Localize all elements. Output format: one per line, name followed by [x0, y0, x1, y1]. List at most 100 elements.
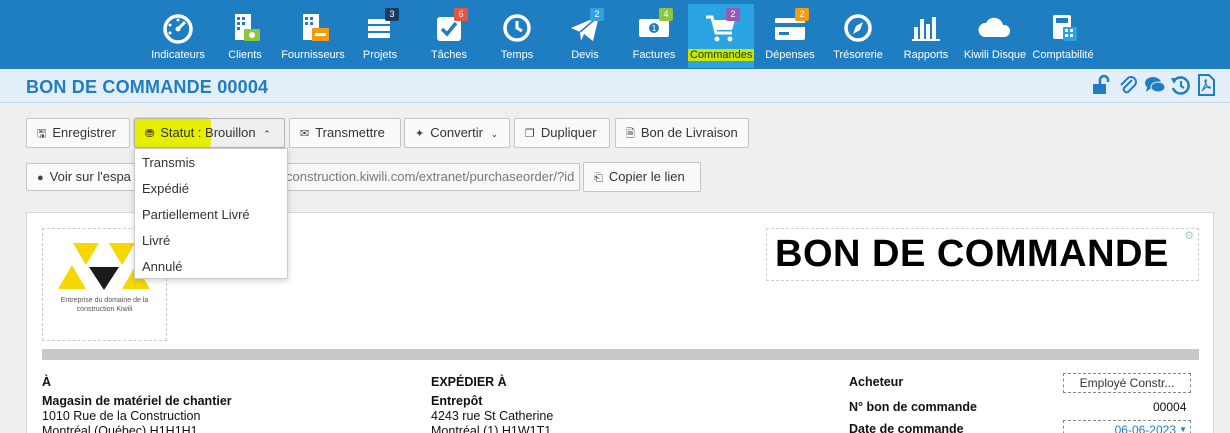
status-option-livre[interactable]: Livré: [135, 228, 287, 254]
nav-item-temps[interactable]: Temps: [494, 4, 540, 68]
history-icon[interactable]: [1170, 74, 1190, 96]
copy-icon: ❐: [525, 128, 535, 140]
coins-icon: ⛃: [145, 128, 155, 140]
nav-item-rapports[interactable]: Rapports: [898, 4, 954, 68]
delivery-note-button[interactable]: 🗎 Bon de Livraison: [615, 118, 749, 148]
cloud-icon: [975, 11, 1015, 45]
share-url-field[interactable]: construction.kiwili.com/extranet/purchas…: [284, 163, 580, 191]
nav-item-factures[interactable]: 1 4 Factures: [630, 4, 678, 68]
recipient-name: Magasin de matériel de chantier: [42, 394, 232, 408]
nav-label: Indicateurs: [151, 49, 205, 61]
nav-label: Dépenses: [765, 49, 815, 61]
gear-icon[interactable]: ⚙: [1184, 229, 1194, 242]
nav-item-indicateurs[interactable]: Indicateurs: [143, 4, 213, 68]
nav-item-depenses[interactable]: 2 Dépenses: [762, 4, 818, 68]
ship-to-address-line1: 4243 rue St Catherine: [431, 409, 554, 423]
order-date-value: 06-06-2023: [1114, 423, 1176, 433]
nav-item-fournisseurs[interactable]: Fournisseurs: [280, 4, 346, 68]
save-label: Enregistrer: [52, 125, 116, 140]
unlock-icon[interactable]: [1092, 74, 1112, 96]
nav-item-tresorerie[interactable]: Trésorerie: [830, 4, 886, 68]
status-dropdown-button[interactable]: ⛃ Statut : Brouillon ⌃: [134, 118, 285, 148]
status-option-expedie[interactable]: Expédié: [135, 176, 287, 202]
caret-down-icon: ▼: [1179, 425, 1187, 433]
status-prefix: Statut :: [160, 125, 206, 140]
nav-label: Projets: [362, 49, 398, 61]
order-date-label: Date de commande: [849, 422, 964, 433]
nav-label: Clients: [228, 49, 262, 61]
expenses-badge: 2: [795, 8, 809, 21]
envelope-icon: ✉: [300, 128, 310, 140]
nav-label: Kiwili Disque: [963, 49, 1027, 61]
send-button[interactable]: ✉ Transmettre: [289, 118, 401, 148]
ship-to-address-line2: Montréal (1) H1W1T1: [431, 424, 552, 433]
pdf-icon[interactable]: [1196, 74, 1216, 96]
nav-label: Trésorerie: [833, 49, 883, 61]
nav-label: Devis: [571, 49, 599, 61]
convert-button[interactable]: ✦ Convertir ⌄: [404, 118, 510, 148]
bar-chart-icon: [906, 11, 946, 45]
logo-caption: Entreprise du domaine de la construction…: [60, 297, 149, 313]
nav-label: Comptabilité: [1032, 49, 1094, 61]
clients-icon: [225, 11, 265, 45]
buyer-field[interactable]: Employé Constr...: [1063, 373, 1191, 393]
nav-item-devis[interactable]: 2 Devis: [562, 4, 608, 68]
paperclip-icon[interactable]: [1118, 74, 1138, 96]
nav-label: Rapports: [903, 49, 949, 61]
magic-wand-icon: ✦: [415, 128, 425, 140]
status-option-annule[interactable]: Annulé: [135, 254, 287, 280]
nav-item-clients[interactable]: Clients: [222, 4, 268, 68]
invoices-badge: 4: [659, 8, 673, 21]
nav-label: Tâches: [430, 49, 468, 61]
status-menu: Transmis Expédié Partiellement Livré Liv…: [134, 148, 288, 279]
recipient-heading: À: [42, 375, 52, 389]
nav-item-comptabilite[interactable]: Comptabilité: [1030, 4, 1096, 68]
duplicate-label: Dupliquer: [540, 125, 597, 140]
convert-label: Convertir: [430, 125, 483, 140]
buyer-label: Acheteur: [849, 375, 904, 389]
document-title-box[interactable]: BON DE COMMANDE ⚙: [766, 228, 1199, 281]
delivery-label: Bon de Livraison: [640, 125, 738, 140]
copy-link-label: Copier le lien: [608, 169, 685, 184]
user-icon: ●: [37, 172, 44, 184]
page-header: BON DE COMMANDE 00004: [0, 69, 1230, 103]
chevron-up-icon: ⌃: [263, 129, 271, 139]
po-number-label: N° bon de commande: [849, 400, 977, 414]
cart-icon: 2: [701, 8, 741, 45]
ship-to-block: EXPÉDIER À Entrepôt 4243 rue St Catherin…: [431, 375, 553, 433]
copy-link-button[interactable]: ⎗ Copier le lien: [583, 162, 701, 192]
nav-label: Temps: [500, 49, 534, 61]
nav-label: Factures: [632, 49, 676, 61]
order-date-field[interactable]: 06-06-2023 ▼: [1063, 420, 1191, 433]
tasks-icon: 6: [429, 8, 469, 45]
duplicate-button[interactable]: ❐ Dupliquer: [514, 118, 610, 148]
header-actions: [1092, 74, 1216, 96]
clock-icon: [497, 11, 537, 45]
projects-badge: 3: [385, 8, 399, 21]
tasks-badge: 6: [454, 8, 468, 21]
nav-item-projets[interactable]: 3 Projets: [356, 4, 404, 68]
save-button[interactable]: 🖫 Enregistrer: [26, 118, 130, 148]
compass-icon: [838, 11, 878, 45]
nav-label: Fournisseurs: [281, 49, 345, 61]
send-label: Transmettre: [315, 125, 385, 140]
nav-item-commandes[interactable]: 2 Commandes: [688, 4, 754, 68]
chevron-down-icon: ⌄: [490, 129, 499, 139]
recipient-address-line1: 1010 Rue de la Construction: [42, 409, 201, 423]
nav-item-kiwili-disque[interactable]: Kiwili Disque: [962, 4, 1028, 68]
comments-icon[interactable]: [1144, 74, 1166, 96]
quotes-badge: 2: [590, 8, 604, 21]
status-option-transmis[interactable]: Transmis: [135, 150, 287, 176]
status-option-partiellement-livre[interactable]: Partiellement Livré: [135, 202, 287, 228]
floppy-icon: 🖫: [37, 128, 47, 140]
dashboard-icon: [158, 11, 198, 45]
ship-to-heading: EXPÉDIER À: [431, 375, 507, 389]
ship-to-name: Entrepôt: [431, 394, 483, 408]
nav-item-taches[interactable]: 6 Tâches: [426, 4, 472, 68]
status-value: Brouillon: [205, 125, 256, 140]
po-number-value: 00004: [1153, 400, 1187, 414]
document-title: BON DE COMMANDE: [775, 233, 1169, 275]
recipient-block: À Magasin de matériel de chantier 1010 R…: [42, 375, 232, 433]
suppliers-icon: [293, 11, 333, 45]
send-icon: 2: [565, 8, 605, 45]
